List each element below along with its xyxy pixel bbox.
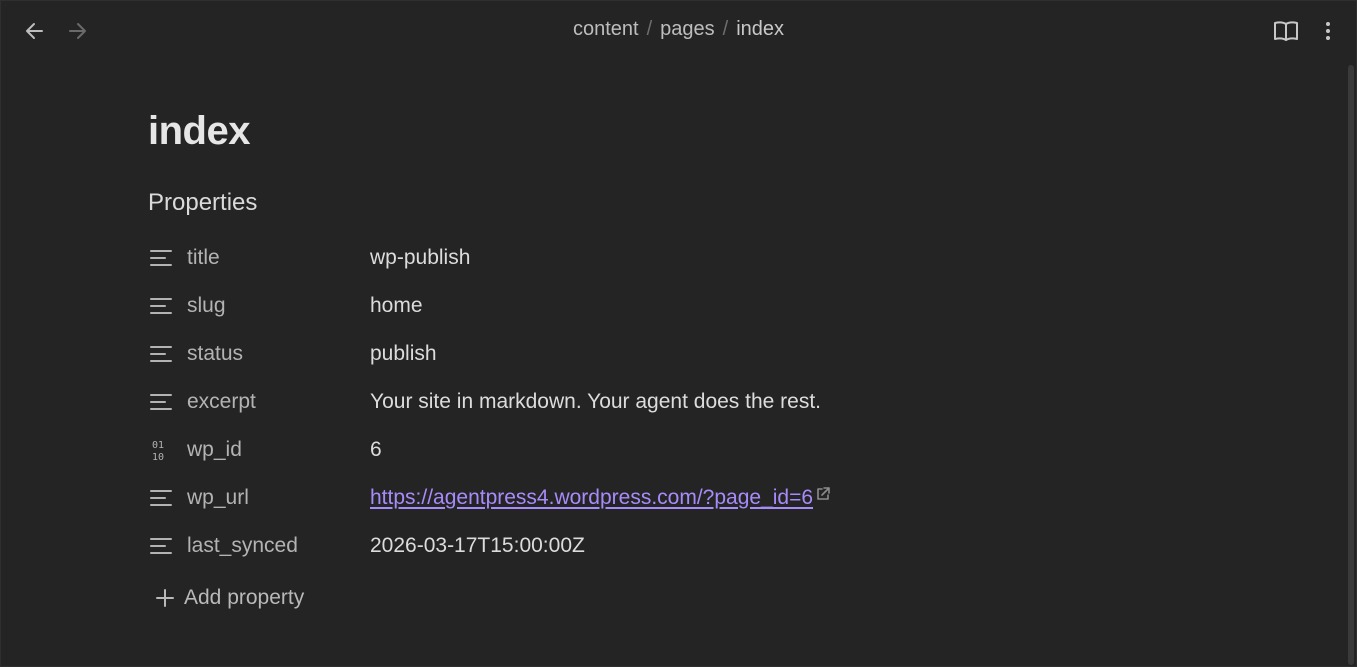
property-row-status: status publish — [148, 330, 1148, 378]
property-key-label: wp_id — [187, 438, 242, 461]
add-property-button[interactable]: Add property — [154, 578, 1148, 618]
breadcrumb-item-pages[interactable]: pages — [660, 18, 715, 40]
svg-text:01: 01 — [152, 440, 164, 451]
property-key[interactable]: title — [148, 245, 370, 271]
add-property-label: Add property — [184, 586, 305, 609]
property-value[interactable]: 6 — [370, 438, 382, 462]
property-key-label: title — [187, 246, 220, 269]
property-row-slug: slug home — [148, 282, 1148, 330]
property-key-label: wp_url — [187, 486, 249, 509]
breadcrumb: content / pages / index — [1, 18, 1356, 41]
property-value[interactable]: home — [370, 294, 423, 318]
breadcrumb-item-index[interactable]: index — [736, 18, 784, 40]
property-key[interactable]: wp_url — [148, 485, 370, 511]
property-key-label: excerpt — [187, 390, 256, 413]
svg-text:10: 10 — [152, 452, 164, 462]
property-key[interactable]: slug — [148, 293, 370, 319]
plus-icon — [154, 587, 176, 609]
text-lines-icon — [148, 293, 174, 319]
property-value[interactable]: wp-publish — [370, 246, 470, 270]
property-key-label: slug — [187, 294, 226, 317]
number-icon: 01 10 — [148, 437, 174, 463]
property-value[interactable]: publish — [370, 342, 437, 366]
property-key[interactable]: 01 10 wp_id — [148, 437, 370, 463]
breadcrumb-separator: / — [722, 18, 729, 40]
property-key[interactable]: status — [148, 341, 370, 367]
property-key[interactable]: last_synced — [148, 533, 370, 559]
property-value[interactable]: 2026-03-17T15:00:00Z — [370, 534, 585, 558]
text-lines-icon — [148, 485, 174, 511]
property-key[interactable]: excerpt — [148, 389, 370, 415]
property-key-label: status — [187, 342, 244, 365]
note-window: content / pages / index index Properties — [0, 0, 1357, 667]
text-lines-icon — [148, 533, 174, 559]
property-row-excerpt: excerpt Your site in markdown. Your agen… — [148, 378, 1148, 426]
external-link-icon[interactable] — [815, 486, 831, 502]
scrollbar[interactable] — [1348, 65, 1354, 665]
text-lines-icon — [148, 341, 174, 367]
note-content: index Properties title wp-publish slug h… — [148, 101, 1148, 618]
properties-heading[interactable]: Properties — [148, 188, 1148, 218]
property-row-wp-id: 01 10 wp_id 6 — [148, 426, 1148, 474]
property-value[interactable]: Your site in markdown. Your agent does t… — [370, 390, 821, 414]
text-lines-icon — [148, 389, 174, 415]
reading-view-button[interactable] — [1272, 17, 1300, 45]
title-bar: content / pages / index — [1, 1, 1356, 61]
property-row-wp-url: wp_url https://agentpress4.wordpress.com… — [148, 474, 1148, 522]
properties-list: title wp-publish slug home status publis… — [148, 234, 1148, 570]
property-row-title: title wp-publish — [148, 234, 1148, 282]
breadcrumb-separator: / — [646, 18, 653, 40]
property-key-label: last_synced — [187, 534, 298, 557]
more-vertical-icon — [1326, 22, 1330, 40]
property-row-last-synced: last_synced 2026-03-17T15:00:00Z — [148, 522, 1148, 570]
property-value-link: https://agentpress4.wordpress.com/?page_… — [370, 486, 831, 510]
more-options-button[interactable] — [1314, 17, 1342, 45]
text-lines-icon — [148, 245, 174, 271]
breadcrumb-item-content[interactable]: content — [573, 18, 639, 40]
wp-url-link[interactable]: https://agentpress4.wordpress.com/?page_… — [370, 486, 813, 509]
book-open-icon — [1274, 21, 1298, 41]
page-title: index — [148, 109, 250, 153]
